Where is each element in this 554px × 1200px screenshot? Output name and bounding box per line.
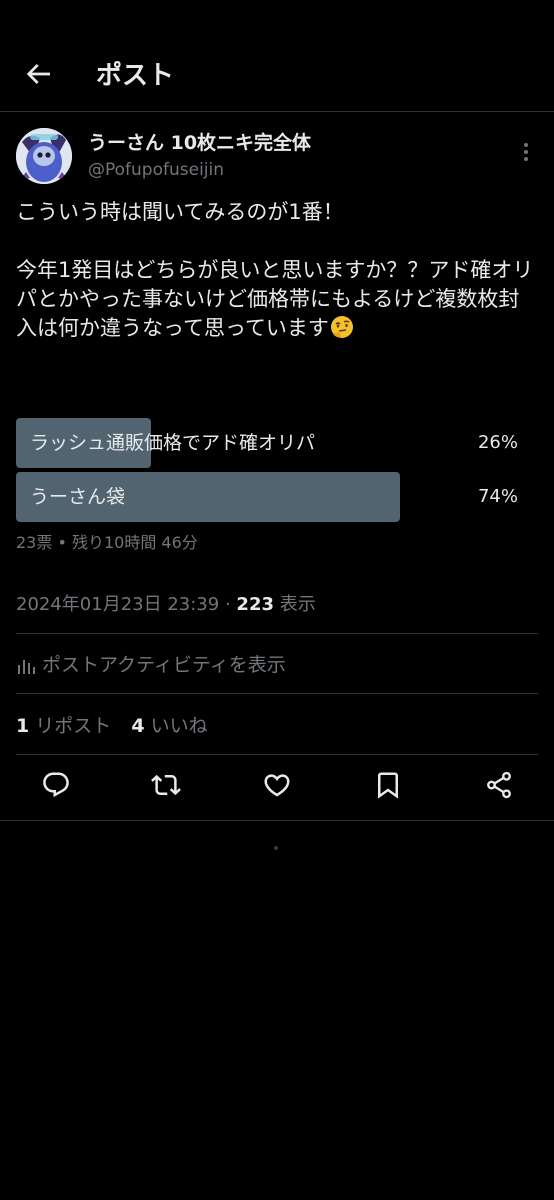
- post-detail-screen: ポスト うーさん 10枚ニキ完全体 @Pofupofuseijin こういう時は…: [0, 0, 554, 1200]
- share-button[interactable]: [484, 770, 514, 800]
- divider: [16, 633, 538, 634]
- divider: [16, 693, 538, 694]
- poll-option-percent: 74%: [477, 486, 518, 507]
- like-button[interactable]: [262, 770, 292, 800]
- top-bar: ポスト: [0, 0, 554, 112]
- arrow-left-icon: [26, 64, 50, 84]
- post-activity-label: ポストアクティビティを表示: [42, 654, 286, 676]
- poll-option-label: うーさん袋: [30, 486, 126, 508]
- poll-option[interactable]: ラッシュ通販価格でアド確オリパ 26%: [16, 418, 538, 468]
- more-vertical-icon: [524, 143, 528, 161]
- bookmark-button[interactable]: [373, 770, 403, 800]
- avatar-image: [16, 128, 72, 184]
- divider: [0, 820, 554, 821]
- thinking-face-emoji: [330, 316, 353, 338]
- post-text: こういう時は聞いてみるのが1番！ 今年1発目はどちらが良いと思いますか？？アド確…: [16, 198, 538, 343]
- post-text-line: こういう時は聞いてみるのが1番！: [16, 200, 344, 224]
- repost-icon: [151, 774, 181, 796]
- reposts-label: リポスト: [35, 715, 112, 737]
- likes-count: 4: [131, 715, 145, 737]
- reply-button[interactable]: [41, 770, 71, 800]
- bookmark-icon: [378, 772, 398, 799]
- more-options-button[interactable]: [516, 140, 536, 164]
- poll-option[interactable]: うーさん袋 74%: [16, 472, 538, 522]
- poll-option-percent: 26%: [477, 432, 518, 453]
- repost-button[interactable]: [151, 770, 181, 800]
- reposts-stat[interactable]: 1 リポスト: [16, 715, 125, 737]
- display-name[interactable]: うーさん 10枚ニキ完全体: [88, 130, 311, 156]
- loading-indicator: [274, 846, 278, 850]
- post-text-body: 今年1発目はどちらが良いと思いますか？？アド確オリパとかやった事ないけど価格帯に…: [16, 256, 538, 343]
- engagement-stats: 1 リポスト 4 いいね: [16, 712, 208, 740]
- reposts-count: 1: [16, 715, 30, 737]
- page-title: ポスト: [96, 61, 175, 91]
- action-bar: [0, 770, 554, 806]
- poll-option-label: ラッシュ通販価格でアド確オリパ: [30, 432, 316, 454]
- likes-stat[interactable]: 4 いいね: [131, 715, 207, 737]
- post-datetime[interactable]: 2024年01月23日 23:39: [16, 594, 219, 615]
- likes-label: いいね: [150, 715, 208, 737]
- avatar[interactable]: [16, 128, 72, 184]
- share-icon: [487, 771, 511, 799]
- views-label: 表示: [279, 594, 316, 615]
- divider: [16, 754, 538, 755]
- user-handle[interactable]: @Pofupofuseijin: [88, 158, 224, 182]
- poll-meta: 23票 • 残り10時間 46分: [16, 533, 198, 552]
- reply-icon: [43, 772, 69, 798]
- like-icon: [264, 774, 290, 797]
- views-count: 223: [236, 594, 274, 615]
- post-text-paragraph: 今年1発目はどちらが良いと思いますか？？アド確オリパとかやった事ないけど価格帯に…: [16, 258, 534, 340]
- back-button[interactable]: [22, 58, 54, 90]
- analytics-icon: [18, 660, 35, 674]
- separator: ·: [224, 594, 231, 615]
- post-timestamp: 2024年01月23日 23:39 · 223 表示: [16, 592, 316, 618]
